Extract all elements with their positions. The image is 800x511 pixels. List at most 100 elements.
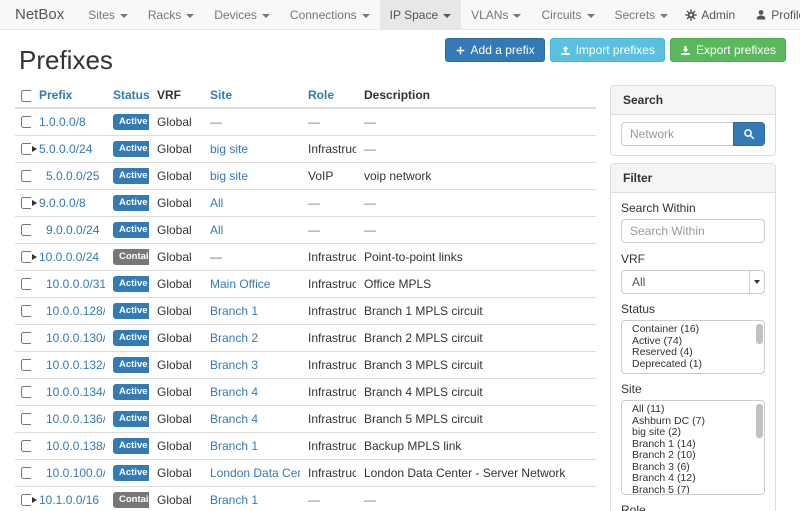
nav-item-admin[interactable]: Admin [678,0,742,29]
status-badge: Active [113,411,149,427]
search-input[interactable] [621,122,734,146]
listbox-option[interactable]: Reserved (4) [622,347,764,359]
expand-caret-icon[interactable] [32,254,37,260]
nav-item-label: Circuits [541,8,581,22]
prefix-link[interactable]: 5.0.0.0/25 [46,169,99,183]
site-link[interactable]: big site [210,142,248,156]
search-button[interactable] [733,122,765,146]
row-checkbox[interactable] [21,251,31,263]
site-link[interactable]: big site [210,169,248,183]
listbox-option[interactable]: big site (2) [622,427,764,439]
row-checkbox[interactable] [21,116,31,128]
site-link[interactable]: Branch 4 [210,412,258,426]
site-link[interactable]: Main Office [210,277,270,291]
prefix-link[interactable]: 10.1.0.0/16 [39,493,99,507]
site-link[interactable]: All [210,196,223,210]
column-header-status[interactable]: Status [105,83,149,108]
listbox-option[interactable]: Branch 4 (12) [622,473,764,485]
row-checkbox[interactable] [21,494,31,506]
prefix-link[interactable]: 10.0.0.138/31 [46,439,105,453]
vrf-value: Global [157,277,192,291]
row-checkbox[interactable] [21,359,31,371]
app-brand[interactable]: NetBox [0,0,78,29]
column-header-role[interactable]: Role [300,83,356,108]
nav-item-vlans[interactable]: VLANs [461,0,531,29]
status-badge: Active [113,141,149,157]
row-checkbox[interactable] [21,170,31,182]
status-badge: Active [113,276,149,292]
select-all-checkbox[interactable] [21,90,31,102]
prefix-link[interactable]: 9.0.0.0/24 [46,223,99,237]
nav-item-secrets[interactable]: Secrets [605,0,679,29]
role-value: Infrastructure [308,331,356,345]
search-within-input[interactable] [621,219,765,243]
prefix-link[interactable]: 10.0.0.0/31 [46,277,105,291]
nav-item-racks[interactable]: Racks [138,0,204,29]
prefix-link[interactable]: 9.0.0.0/8 [39,196,86,210]
prefix-link[interactable]: 10.0.0.128/31 [46,304,105,318]
expand-caret-icon[interactable] [32,200,37,206]
site-link[interactable]: London Data Center [210,466,300,480]
row-checkbox[interactable] [21,305,31,317]
column-header-prefix[interactable]: Prefix [31,83,105,108]
column-header-site[interactable]: Site [202,83,300,108]
scrollbar-thumb[interactable] [756,324,763,344]
role-cell: Infrastructure [300,136,356,163]
vrf-select[interactable]: All [621,270,765,294]
nav-item-circuits[interactable]: Circuits [531,0,604,29]
nav-item-profile[interactable]: Profile [748,0,800,29]
vrf-cell: Global [149,433,202,460]
row-checkbox[interactable] [21,224,31,236]
nav-item-devices[interactable]: Devices [204,0,280,29]
listbox-option[interactable]: Branch 2 (10) [622,450,764,462]
indent-spacer [39,395,46,396]
prefix-link[interactable]: 5.0.0.0/24 [39,142,92,156]
prefix-link[interactable]: 10.0.0.0/24 [39,250,99,264]
status-cell: Container [105,487,149,511]
nav-item-ip-space[interactable]: IP Space [380,0,461,29]
role-value: Infrastructure [308,439,356,453]
site-link[interactable]: All [210,223,223,237]
prefix-link[interactable]: 10.0.0.130/31 [46,331,105,345]
listbox-option[interactable]: Deprecated (1) [622,359,764,371]
listbox-option[interactable]: All (11) [622,404,764,416]
prefix-link[interactable]: 10.0.0.134/31 [46,385,105,399]
description-value: Branch 5 MPLS circuit [364,412,483,426]
row-checkbox[interactable] [21,332,31,344]
prefix-link[interactable]: 10.0.100.0/24 [46,466,105,480]
row-checkbox[interactable] [21,278,31,290]
prefix-link[interactable]: 10.0.0.136/31 [46,412,105,426]
site-link[interactable]: Branch 4 [210,385,258,399]
export-prefixes-button[interactable]: Export prefixes [670,38,786,62]
site-listbox[interactable]: All (11)Ashburn DC (7)big site (2)Branch… [621,400,765,495]
listbox-option[interactable]: Branch 5 (7) [622,485,764,496]
status-badge: Active [113,465,149,481]
add-prefix-button[interactable]: Add a prefix [445,38,545,62]
row-checkbox[interactable] [21,197,31,209]
row-checkbox[interactable] [21,413,31,425]
row-checkbox[interactable] [21,143,31,155]
expand-caret-icon[interactable] [32,497,37,503]
listbox-option[interactable]: Container (16) [622,324,764,336]
expand-caret-icon[interactable] [32,146,37,152]
site-link[interactable]: Branch 1 [210,439,258,453]
site-link[interactable]: Branch 1 [210,304,258,318]
row-checkbox[interactable] [21,386,31,398]
table-row: 9.0.0.0/8ActiveGlobalAll—— [15,190,596,217]
site-link[interactable]: Branch 2 [210,331,258,345]
nav-item-sites[interactable]: Sites [78,0,138,29]
row-checkbox-cell [15,352,31,379]
row-checkbox[interactable] [21,440,31,452]
search-panel-title: Search [611,86,775,115]
chevron-down-icon [120,14,128,18]
scrollbar-thumb[interactable] [756,404,763,438]
prefix-link[interactable]: 1.0.0.0/8 [39,115,86,129]
nav-item-connections[interactable]: Connections [280,0,380,29]
status-listbox[interactable]: Container (16)Active (74)Reserved (4)Dep… [621,320,765,374]
import-prefixes-button[interactable]: Import prefixes [550,38,665,62]
site-link[interactable]: Branch 1 [210,493,258,507]
site-link[interactable]: Branch 3 [210,358,258,372]
table-row: 10.0.0.0/24ContainerGlobal—Infrastructur… [15,244,596,271]
row-checkbox[interactable] [21,467,31,479]
prefix-link[interactable]: 10.0.0.132/31 [46,358,105,372]
